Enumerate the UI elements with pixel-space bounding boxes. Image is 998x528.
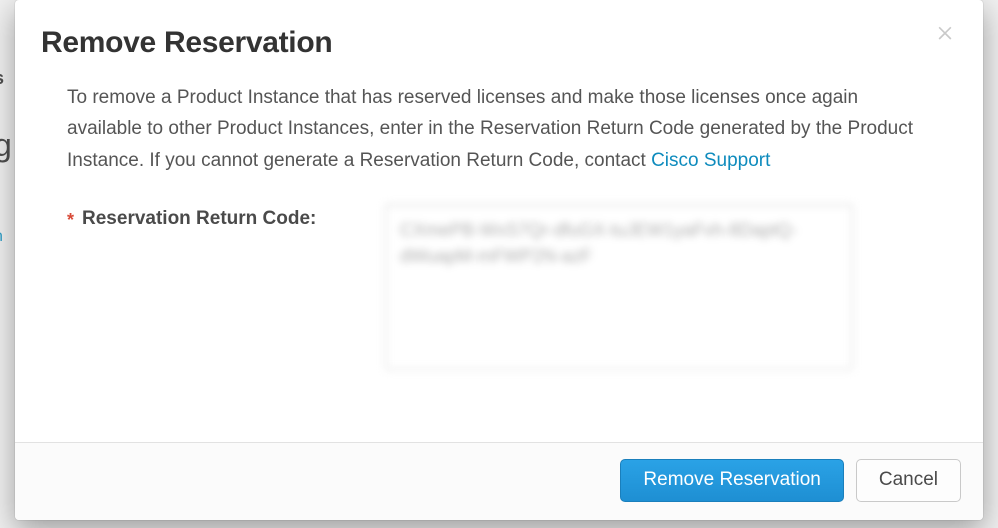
background-hint: s [0,68,4,89]
modal-title: Remove Reservation [41,26,943,60]
background-hint: g [0,127,12,164]
modal-description: To remove a Product Instance that has re… [67,82,931,176]
cisco-support-link[interactable]: Cisco Support [651,150,770,171]
cancel-button[interactable]: Cancel [856,459,961,502]
background-hint: n [0,228,3,246]
remove-reservation-button[interactable]: Remove Reservation [620,459,843,502]
modal-header: Remove Reservation [15,0,983,72]
remove-reservation-modal: Remove Reservation To remove a Product I… [15,0,983,520]
close-button[interactable] [931,18,959,46]
modal-footer: Remove Reservation Cancel [15,442,983,520]
return-code-input[interactable]: CXmePB-WxS7Qr-dfuGX-tuJEW1yaFvh-8DaptQ-d… [385,204,853,370]
return-code-label: Reservation Return Code: [82,208,316,230]
close-icon [935,22,955,42]
return-code-label-wrap: * Reservation Return Code: [67,204,367,230]
required-asterisk: * [67,211,74,229]
return-code-row: * Reservation Return Code: CXmePB-WxS7Qr… [67,204,931,370]
description-text: To remove a Product Instance that has re… [67,87,913,171]
modal-body: To remove a Product Instance that has re… [15,72,983,442]
